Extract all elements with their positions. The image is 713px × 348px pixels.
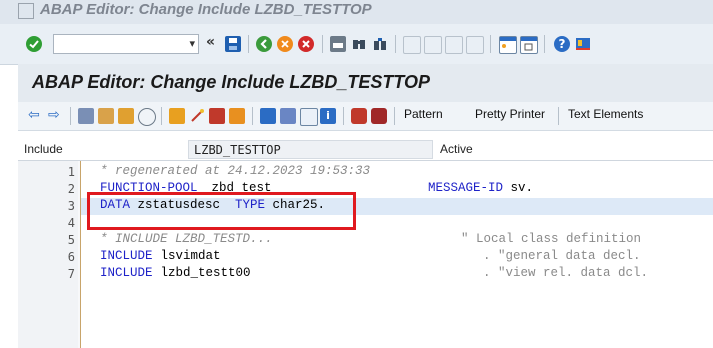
find-next-icon[interactable]: [372, 36, 388, 52]
include-label: Include: [24, 142, 63, 156]
text-elements-button[interactable]: Text Elements: [568, 107, 643, 121]
code-comment: . "general data decl.: [483, 249, 641, 263]
where-used-icon[interactable]: [209, 108, 225, 124]
line-number: 2: [67, 182, 75, 196]
collapse-icon[interactable]: «: [206, 34, 215, 50]
breakpoint-icon[interactable]: [351, 108, 367, 124]
navigation-icon[interactable]: [229, 108, 245, 124]
keyword: INCLUDE: [100, 249, 153, 263]
session-breakpoint-icon[interactable]: [371, 108, 387, 124]
help-icon[interactable]: ?: [554, 36, 570, 52]
check-icon[interactable]: [138, 108, 156, 126]
display-change-icon[interactable]: [78, 108, 94, 124]
line-number: 1: [67, 165, 75, 179]
window-menu-icon[interactable]: [18, 3, 34, 19]
include-info-row: Include LZBD_TESTTOP Active: [0, 140, 713, 160]
line-number: 6: [67, 250, 75, 264]
code-text: lsvimdat: [153, 249, 221, 263]
keyword: INCLUDE: [100, 266, 153, 280]
window-title-bar: ABAP Editor: Change Include LZBD_TESTTOP: [0, 0, 713, 24]
command-input[interactable]: [54, 35, 188, 53]
highlight-box: [87, 192, 356, 230]
first-page-icon[interactable]: [403, 36, 421, 54]
new-session-icon[interactable]: [499, 36, 517, 54]
code-comment: * INCLUDE LZBD_TESTD...: [100, 232, 273, 246]
code-comment: " Local class definition: [461, 232, 642, 246]
find-icon[interactable]: [351, 36, 367, 52]
fullscreen-icon[interactable]: [300, 108, 318, 126]
code-line[interactable]: 6 INCLUDE lsvimdat . "general data decl.: [18, 249, 713, 266]
include-name-field: LZBD_TESTTOP: [188, 140, 433, 159]
code-line[interactable]: 1 * regenerated at 24.12.2023 19:53:33: [18, 164, 713, 181]
forward-arrow-icon[interactable]: ⇨: [48, 107, 60, 123]
window-title: ABAP Editor: Change Include LZBD_TESTTOP: [40, 1, 372, 18]
screen-title: ABAP Editor: Change Include LZBD_TESTTOP: [32, 72, 431, 92]
line-number: 3: [67, 199, 75, 213]
code-editor[interactable]: 1 * regenerated at 24.12.2023 19:53:33 2…: [18, 160, 713, 348]
active-inactive-icon[interactable]: [98, 108, 114, 124]
code-text: sv.: [503, 181, 534, 195]
line-number: 4: [67, 216, 75, 230]
other-object-icon[interactable]: [118, 108, 134, 124]
include-status: Active: [440, 142, 473, 156]
application-toolbar: ⇦ ⇨ i Pattern Pretty Printer Text Elemen…: [18, 102, 713, 131]
code-comment: * regenerated at 24.12.2023 19:53:33: [100, 164, 371, 178]
command-field[interactable]: ▾: [53, 34, 199, 54]
line-number: 5: [67, 233, 75, 247]
back-icon[interactable]: [256, 36, 272, 52]
shortcut-icon[interactable]: [520, 36, 538, 54]
code-text: lzbd_testt00: [153, 266, 251, 280]
back-arrow-icon[interactable]: ⇦: [28, 107, 40, 123]
pretty-printer-button[interactable]: Pretty Printer: [475, 107, 545, 121]
activate-icon[interactable]: [169, 108, 185, 124]
line-number: 7: [67, 267, 75, 281]
hierarchy-icon[interactable]: [260, 108, 276, 124]
code-line[interactable]: 5 * INCLUDE LZBD_TESTD... " Local class …: [18, 232, 713, 249]
save-icon[interactable]: [225, 36, 241, 52]
customize-layout-icon[interactable]: [575, 36, 591, 52]
print-icon[interactable]: [330, 36, 346, 52]
pattern-button[interactable]: Pattern: [404, 107, 443, 121]
cancel-icon[interactable]: [298, 36, 314, 52]
info-icon[interactable]: i: [320, 108, 336, 124]
previous-page-icon[interactable]: [424, 36, 442, 54]
code-line[interactable]: 7 INCLUDE lzbd_testt00 . "view rel. data…: [18, 266, 713, 283]
keyword: MESSAGE-ID: [428, 181, 504, 195]
test-icon[interactable]: [189, 108, 205, 124]
exit-icon[interactable]: [277, 36, 293, 52]
enter-icon[interactable]: [26, 36, 42, 52]
screen-title-bar: ABAP Editor: Change Include LZBD_TESTTOP: [18, 64, 713, 103]
system-toolbar: ▾ « ?: [0, 24, 713, 65]
code-comment: . "view rel. data dcl.: [483, 266, 649, 280]
next-page-icon[interactable]: [445, 36, 463, 54]
last-page-icon[interactable]: [466, 36, 484, 54]
object-list-icon[interactable]: [280, 108, 296, 124]
chevron-down-icon[interactable]: ▾: [189, 37, 195, 50]
